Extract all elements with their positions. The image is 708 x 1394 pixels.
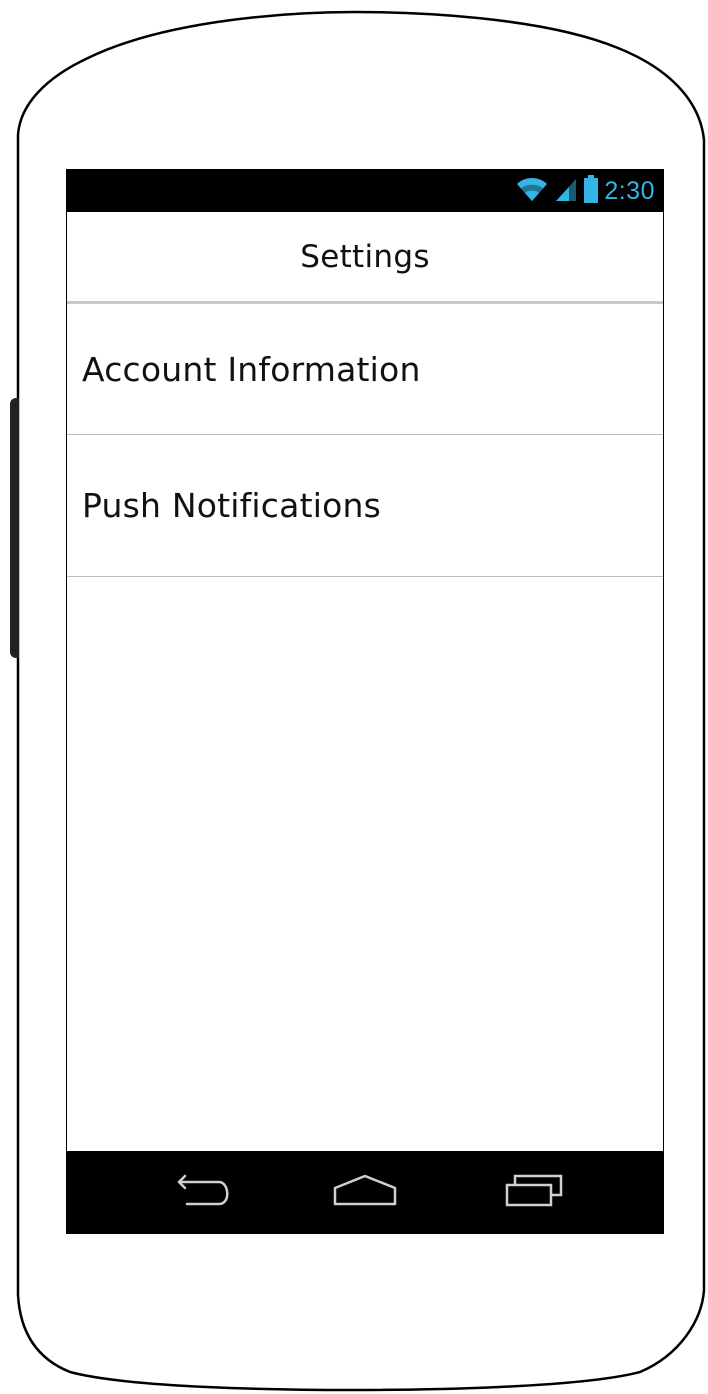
status-time: 2:30 bbox=[604, 177, 655, 205]
page-title: Settings bbox=[300, 238, 430, 275]
recent-apps-button[interactable] bbox=[490, 1151, 580, 1233]
back-icon bbox=[175, 1173, 235, 1212]
action-bar: Settings bbox=[67, 212, 663, 304]
home-button[interactable] bbox=[320, 1151, 410, 1233]
back-button[interactable] bbox=[160, 1151, 250, 1233]
settings-item-account-information[interactable]: Account Information bbox=[67, 304, 663, 435]
settings-item-push-notifications[interactable]: Push Notifications bbox=[67, 435, 663, 577]
home-icon bbox=[333, 1174, 397, 1211]
status-bar: 2:30 bbox=[67, 170, 663, 212]
recent-apps-icon bbox=[505, 1173, 565, 1212]
device-screen: 2:30 Settings Account Information Push N… bbox=[66, 169, 664, 1234]
navigation-bar bbox=[67, 1151, 663, 1233]
signal-icon bbox=[554, 176, 578, 207]
settings-list: Account Information Push Notifications bbox=[67, 304, 663, 577]
status-icons: 2:30 bbox=[516, 170, 655, 212]
battery-icon bbox=[584, 174, 599, 208]
settings-item-label: Push Notifications bbox=[82, 486, 381, 525]
wifi-icon bbox=[516, 176, 548, 207]
settings-item-label: Account Information bbox=[82, 349, 421, 389]
side-volume-button[interactable] bbox=[10, 398, 19, 658]
